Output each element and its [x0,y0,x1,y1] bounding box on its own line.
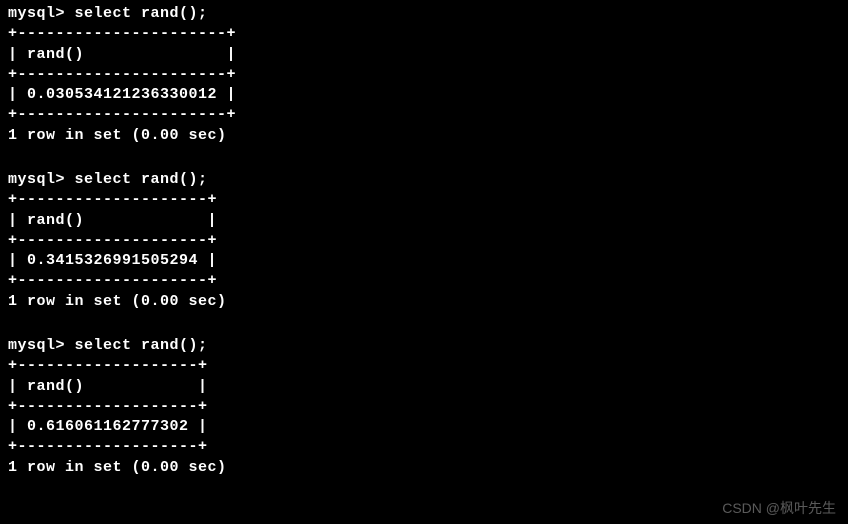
table-border: +----------------------+ [8,65,840,85]
table-border: +----------------------+ [8,24,840,44]
table-border: +--------------------+ [8,190,840,210]
table-header: | rand() | [8,211,840,231]
status-line: 1 row in set (0.00 sec) [8,292,840,312]
table-border: +-------------------+ [8,356,840,376]
mysql-prompt: mysql> [8,171,75,188]
table-border: +--------------------+ [8,271,840,291]
sql-command: select rand(); [75,5,208,22]
prompt-line[interactable]: mysql> select rand(); [8,4,840,24]
table-border: +--------------------+ [8,231,840,251]
sql-command: select rand(); [75,337,208,354]
mysql-prompt: mysql> [8,337,75,354]
status-line: 1 row in set (0.00 sec) [8,126,840,146]
status-line: 1 row in set (0.00 sec) [8,458,840,478]
table-header: | rand() | [8,377,840,397]
blank-line [8,150,840,170]
terminal-output: mysql> select rand(); +-----------------… [8,4,840,478]
table-row: | 0.3415326991505294 | [8,251,840,271]
table-row: | 0.616061162777302 | [8,417,840,437]
table-border: +-------------------+ [8,397,840,417]
query-block: mysql> select rand(); +-----------------… [8,170,840,312]
prompt-line[interactable]: mysql> select rand(); [8,336,840,356]
table-border: +-------------------+ [8,437,840,457]
query-block: mysql> select rand(); +-----------------… [8,4,840,146]
table-header: | rand() | [8,45,840,65]
mysql-prompt: mysql> [8,5,75,22]
table-row: | 0.030534121236330012 | [8,85,840,105]
blank-line [8,316,840,336]
query-block: mysql> select rand(); +-----------------… [8,336,840,478]
watermark-text: CSDN @枫叶先生 [722,499,836,518]
table-border: +----------------------+ [8,105,840,125]
sql-command: select rand(); [75,171,208,188]
prompt-line[interactable]: mysql> select rand(); [8,170,840,190]
